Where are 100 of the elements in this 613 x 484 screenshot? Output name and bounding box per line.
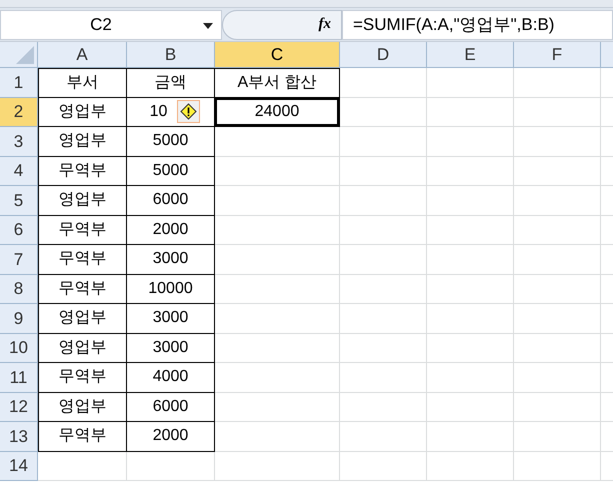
empty-cell[interactable] [427,392,514,422]
row-header[interactable]: 5 [0,186,38,216]
table-cell[interactable]: 6000 [127,186,215,216]
empty-cell[interactable] [514,245,601,274]
row-header[interactable]: 3 [0,127,38,156]
row-header[interactable]: 9 [0,304,38,334]
row-header[interactable]: 14 [0,452,38,481]
column-header[interactable]: C [215,42,340,67]
empty-cell[interactable] [215,452,340,481]
table-cell[interactable]: 4000 [127,363,215,392]
empty-cell[interactable] [215,216,340,245]
row-header[interactable]: 13 [0,422,38,452]
table-cell[interactable]: 영업부 [38,127,127,156]
column-header[interactable]: F [514,42,601,67]
empty-cell[interactable] [340,186,427,216]
empty-cell[interactable] [427,245,514,274]
empty-cell[interactable] [514,274,601,304]
table-cell[interactable]: 5000 [127,156,215,186]
empty-cell[interactable] [340,452,427,481]
empty-cell[interactable] [215,274,340,304]
table-cell[interactable]: 3000 [127,304,215,334]
empty-cell[interactable] [340,245,427,274]
table-cell[interactable]: 영업부 [38,98,127,127]
table-cell[interactable]: 무역부 [38,156,127,186]
formula-input[interactable]: =SUMIF(A:A,"영업부",B:B) [342,10,613,40]
table-cell[interactable]: 3000 [127,245,215,274]
table-cell[interactable]: 무역부 [38,274,127,304]
empty-cell[interactable] [514,186,601,216]
table-cell[interactable]: 영업부 [38,304,127,334]
column-header[interactable]: E [427,42,514,67]
empty-cell[interactable] [340,127,427,156]
empty-cell[interactable] [427,274,514,304]
table-cell[interactable]: 10 [127,98,215,127]
row-header[interactable]: 2 [0,98,38,127]
row-header[interactable]: 11 [0,363,38,392]
empty-cell[interactable] [427,98,514,127]
empty-cell[interactable] [427,452,514,481]
empty-cell[interactable] [427,334,514,363]
table-cell[interactable]: 영업부 [38,186,127,216]
table-cell[interactable]: 10000 [127,274,215,304]
row-header[interactable]: 1 [0,68,38,98]
table-cell[interactable]: 부서 [38,68,127,98]
empty-cell[interactable] [215,186,340,216]
empty-cell[interactable] [215,304,340,334]
empty-cell[interactable] [340,304,427,334]
empty-cell[interactable] [340,216,427,245]
formula-bar-field[interactable]: fx [222,10,342,40]
empty-cell[interactable] [340,68,427,98]
table-cell[interactable]: 3000 [127,334,215,363]
empty-cell[interactable] [340,274,427,304]
empty-cell[interactable] [427,127,514,156]
error-warning-icon[interactable] [177,100,200,122]
empty-cell[interactable] [427,186,514,216]
empty-cell[interactable] [514,216,601,245]
name-box[interactable]: C2 [0,10,222,40]
empty-cell[interactable] [215,245,340,274]
empty-cell[interactable] [514,363,601,392]
table-cell[interactable]: 무역부 [38,363,127,392]
empty-cell[interactable] [340,363,427,392]
table-cell[interactable]: 영업부 [38,392,127,422]
empty-cell[interactable] [127,452,215,481]
table-cell[interactable]: 2000 [127,216,215,245]
table-cell[interactable]: 무역부 [38,216,127,245]
empty-cell[interactable] [340,334,427,363]
empty-cell[interactable] [514,392,601,422]
empty-cell[interactable] [514,422,601,452]
empty-cell[interactable] [215,127,340,156]
empty-cell[interactable] [514,68,601,98]
table-cell[interactable]: 금액 [127,68,215,98]
column-header[interactable]: D [340,42,427,67]
empty-cell[interactable] [340,98,427,127]
empty-cell[interactable] [514,156,601,186]
empty-cell[interactable] [215,363,340,392]
empty-cell[interactable] [427,216,514,245]
row-header[interactable]: 6 [0,216,38,245]
empty-cell[interactable] [340,422,427,452]
empty-cell[interactable] [215,334,340,363]
empty-cell[interactable] [427,422,514,452]
table-cell[interactable]: 24000 [215,98,340,127]
empty-cell[interactable] [514,334,601,363]
empty-cell[interactable] [215,422,340,452]
empty-cell[interactable] [427,363,514,392]
empty-cell[interactable] [340,392,427,422]
table-cell[interactable]: A부서 합산 [215,68,340,98]
empty-cell[interactable] [427,156,514,186]
table-cell[interactable]: 5000 [127,127,215,156]
function-button[interactable]: fx [318,13,331,36]
table-cell[interactable]: 6000 [127,392,215,422]
table-cell[interactable]: 무역부 [38,422,127,452]
row-header[interactable]: 10 [0,334,38,363]
empty-cell[interactable] [514,98,601,127]
empty-cell[interactable] [215,392,340,422]
table-cell[interactable]: 영업부 [38,334,127,363]
row-header[interactable]: 8 [0,274,38,304]
empty-cell[interactable] [514,304,601,334]
column-header[interactable]: A [38,42,127,67]
empty-cell[interactable] [427,304,514,334]
empty-cell[interactable] [340,156,427,186]
row-header[interactable]: 4 [0,156,38,186]
empty-cell[interactable] [514,127,601,156]
